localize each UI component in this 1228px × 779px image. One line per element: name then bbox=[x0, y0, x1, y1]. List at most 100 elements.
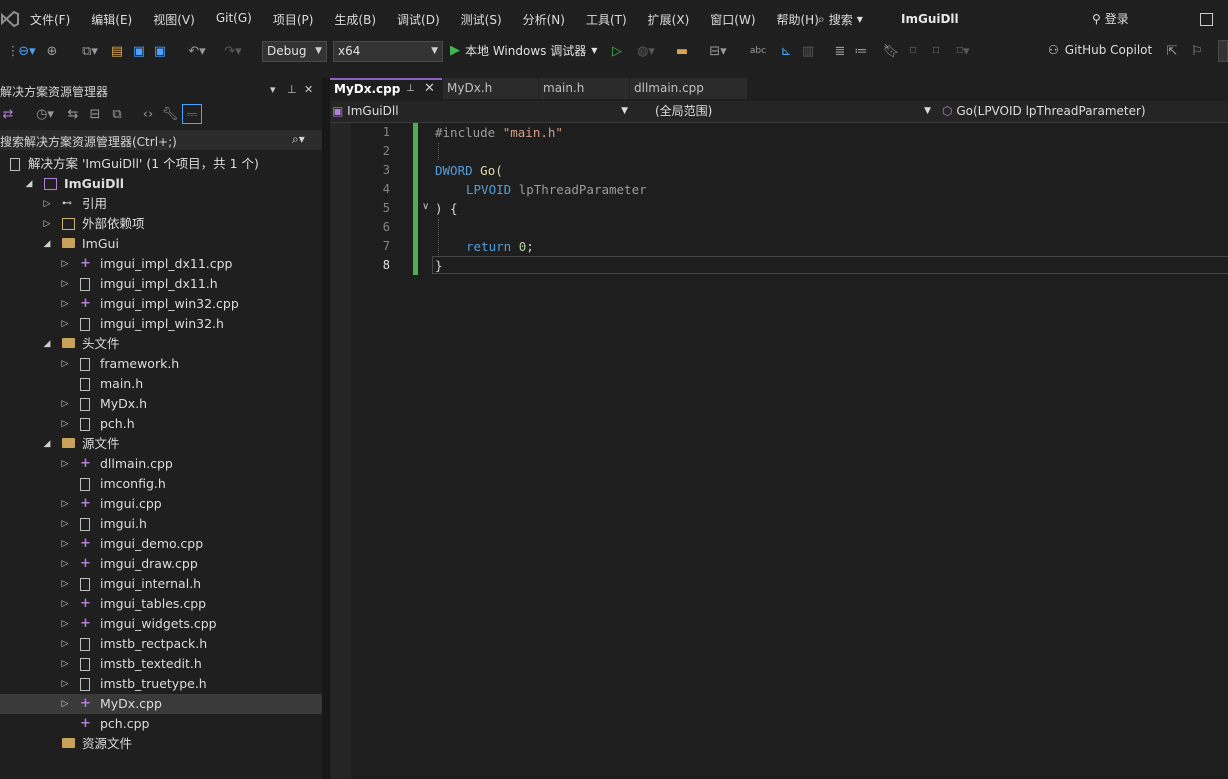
share-icon[interactable]: ⇱ bbox=[1164, 42, 1180, 60]
fold-chevron-icon[interactable]: ∨ bbox=[422, 201, 429, 212]
chevron-right-icon[interactable]: ▷ bbox=[60, 654, 70, 674]
redo-icon[interactable]: ↷▾ bbox=[218, 42, 248, 60]
tab-mydx-cpp[interactable]: MyDx.cpp ⊥ ✕ bbox=[330, 78, 442, 99]
maximize-button[interactable] bbox=[1200, 13, 1213, 26]
tree-item[interactable]: main.h bbox=[0, 374, 322, 394]
code-editor[interactable]: 1 2 3 4 5 6 7 8 ∨ #include "main.h" DWORD Go( L… bbox=[330, 123, 1228, 779]
navigate-forward-icon[interactable]: ⊕ bbox=[44, 42, 60, 60]
menu-item[interactable]: 文件(F) bbox=[30, 11, 70, 28]
github-copilot-button[interactable]: ⚇ GitHub Copilot bbox=[1048, 43, 1152, 57]
tree-item[interactable]: ▷ framework.h bbox=[0, 354, 322, 374]
project-dropdown[interactable]: ▣ ImGuiDll ▼ bbox=[332, 102, 632, 121]
chevron-right-icon[interactable]: ▷ bbox=[60, 614, 70, 634]
chevron-right-icon[interactable]: ▷ bbox=[60, 494, 70, 514]
tab-main-h[interactable]: main.h bbox=[539, 78, 629, 99]
tree-item[interactable]: ▷ imstb_truetype.h bbox=[0, 674, 322, 694]
switch-views-icon[interactable]: ⇄ bbox=[0, 105, 16, 123]
chevron-right-icon[interactable]: ▷ bbox=[42, 214, 52, 234]
properties-icon[interactable]: 🔧︎ bbox=[162, 105, 179, 123]
chevron-right-icon[interactable]: ▷ bbox=[60, 514, 70, 534]
toolbar-overflow[interactable] bbox=[1218, 40, 1228, 62]
menu-item[interactable]: 调试(D) bbox=[397, 11, 440, 28]
prev-bookmark-icon[interactable]: ⌑ bbox=[905, 42, 921, 60]
pending-changes-icon[interactable]: ◷▾ bbox=[30, 105, 60, 123]
chevron-right-icon[interactable]: ▷ bbox=[60, 554, 70, 574]
chevron-right-icon[interactable]: ▷ bbox=[60, 674, 70, 694]
close-tab-icon[interactable]: ✕ bbox=[424, 80, 435, 98]
show-all-files-icon[interactable]: ⧉ bbox=[109, 105, 125, 123]
login-button[interactable]: ⚲ 登录 bbox=[1092, 10, 1129, 27]
uncomment-icon[interactable]: ≔ bbox=[853, 42, 869, 60]
clear-bookmarks-icon[interactable]: ⌑▾ bbox=[950, 42, 976, 60]
member-dropdown[interactable]: ⬡ Go(LPVOID lpThreadParameter) bbox=[942, 102, 1228, 121]
tree-item[interactable]: ▷ + imgui_impl_win32.cpp bbox=[0, 294, 322, 314]
bookmark-icon[interactable]: 🔖︎ bbox=[883, 42, 900, 60]
tree-item[interactable]: ▷ pch.h bbox=[0, 414, 322, 434]
tree-item[interactable]: ▷ + imgui_impl_dx11.cpp bbox=[0, 254, 322, 274]
preview-icon[interactable]: ⎓ bbox=[182, 104, 202, 124]
tree-item[interactable]: ▷ + MyDx.cpp bbox=[0, 694, 322, 714]
menu-item[interactable]: 测试(S) bbox=[461, 11, 502, 28]
tree-item[interactable]: ▷ + imgui_demo.cpp bbox=[0, 534, 322, 554]
tree-item[interactable]: ▷ imstb_textedit.h bbox=[0, 654, 322, 674]
chevron-right-icon[interactable]: ▷ bbox=[60, 634, 70, 654]
tree-item[interactable]: ▷ + imgui.cpp bbox=[0, 494, 322, 514]
spell-check-icon[interactable]: abc bbox=[748, 42, 768, 60]
chevron-down-icon[interactable]: ◢ bbox=[24, 174, 34, 194]
panel-splitter[interactable] bbox=[322, 78, 330, 779]
comment-icon[interactable]: ≣ bbox=[832, 42, 848, 60]
align-icon[interactable]: ▥ bbox=[800, 42, 816, 60]
tree-item[interactable]: 资源文件 bbox=[0, 734, 322, 754]
chevron-right-icon[interactable]: ▷ bbox=[60, 574, 70, 594]
tree-item[interactable]: + pch.cpp bbox=[0, 714, 322, 734]
search-button[interactable]: ⌕ 搜索 ▼ bbox=[818, 11, 863, 28]
tree-item[interactable]: ▷ + imgui_tables.cpp bbox=[0, 594, 322, 614]
tab-mydx-h[interactable]: MyDx.h bbox=[443, 78, 538, 99]
tree-item[interactable]: ▷ 外部依赖项 bbox=[0, 214, 322, 234]
tree-item[interactable]: ▷ ⊷ 引用 bbox=[0, 194, 322, 214]
feedback-icon[interactable]: ⚐ bbox=[1189, 42, 1205, 60]
menu-item[interactable]: 帮助(H) bbox=[777, 11, 819, 28]
pin-tab-icon[interactable]: ⊥ bbox=[406, 80, 415, 98]
layout-icon[interactable]: ⊟▾ bbox=[703, 42, 733, 60]
menu-item[interactable]: 分析(N) bbox=[523, 11, 565, 28]
format-icon[interactable]: ⊾ bbox=[778, 42, 794, 60]
tree-item[interactable]: 解决方案 'ImGuiDll' (1 个项目，共 1 个) bbox=[0, 154, 322, 174]
next-bookmark-icon[interactable]: ⌑ bbox=[928, 42, 944, 60]
menu-item[interactable]: 窗口(W) bbox=[710, 11, 755, 28]
tree-item[interactable]: ▷ imgui_impl_dx11.h bbox=[0, 274, 322, 294]
tree-item[interactable]: ◢ 头文件 bbox=[0, 334, 322, 354]
tree-item[interactable]: ◢ 源文件 bbox=[0, 434, 322, 454]
chevron-right-icon[interactable]: ▷ bbox=[42, 194, 52, 214]
menu-item[interactable]: 生成(B) bbox=[334, 11, 376, 28]
chevron-right-icon[interactable]: ▷ bbox=[60, 254, 70, 274]
configuration-select[interactable]: Debug ▼ bbox=[262, 41, 327, 62]
save-all-icon[interactable]: ▣ bbox=[152, 42, 168, 60]
menu-item[interactable]: Git(G) bbox=[216, 11, 252, 28]
chevron-right-icon[interactable]: ▷ bbox=[60, 354, 70, 374]
menu-item[interactable]: 扩展(X) bbox=[648, 11, 690, 28]
tree-item[interactable]: imconfig.h bbox=[0, 474, 322, 494]
menu-item[interactable]: 项目(P) bbox=[273, 11, 314, 28]
save-icon[interactable]: ▣ bbox=[131, 42, 147, 60]
menu-item[interactable]: 视图(V) bbox=[153, 11, 195, 28]
chevron-right-icon[interactable]: ▷ bbox=[60, 594, 70, 614]
window-position-icon[interactable]: ▾ bbox=[270, 83, 276, 96]
pin-icon[interactable]: ⊥ bbox=[287, 83, 297, 96]
chevron-right-icon[interactable]: ▷ bbox=[60, 394, 70, 414]
tab-dllmain-cpp[interactable]: dllmain.cpp bbox=[630, 78, 747, 99]
start-without-debugging-icon[interactable]: ▷ bbox=[609, 42, 625, 60]
chevron-down-icon[interactable]: ◢ bbox=[42, 234, 52, 254]
chevron-right-icon[interactable]: ▷ bbox=[60, 314, 70, 334]
chevron-right-icon[interactable]: ▷ bbox=[60, 414, 70, 434]
collapse-all-icon[interactable]: ⊟ bbox=[87, 105, 103, 123]
folder-icon[interactable]: ▬ bbox=[674, 42, 690, 60]
platform-select[interactable]: x64 ▼ bbox=[333, 41, 443, 62]
tree-item[interactable]: ▷ imgui.h bbox=[0, 514, 322, 534]
undo-icon[interactable]: ↶▾ bbox=[182, 42, 212, 60]
chevron-right-icon[interactable]: ▷ bbox=[60, 294, 70, 314]
tree-item[interactable]: ▷ + imgui_widgets.cpp bbox=[0, 614, 322, 634]
open-file-icon[interactable]: ▤ bbox=[109, 42, 125, 60]
solution-search-input[interactable]: 搜索解决方案资源管理器(Ctrl+;) ⌕▾ bbox=[0, 130, 322, 150]
tree-item[interactable]: ◢ ImGuiDll bbox=[0, 174, 322, 194]
